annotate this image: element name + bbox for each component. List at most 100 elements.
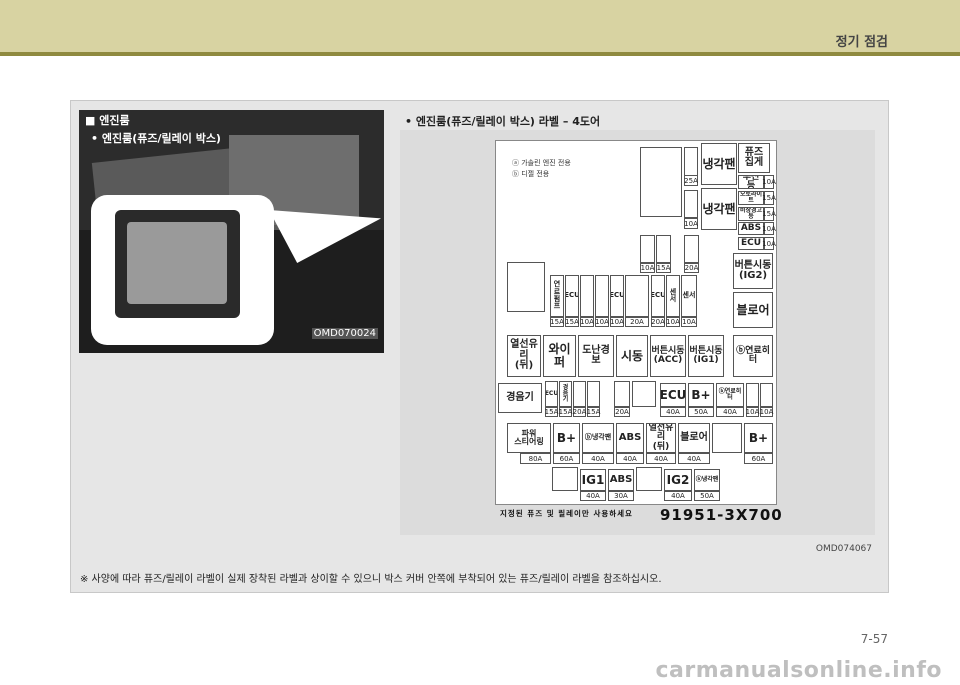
- fuse-amp: 40A: [616, 453, 644, 464]
- fuse-b-cooling-fan: ⓑ냉각팬: [582, 423, 614, 453]
- fuse-cell: [640, 235, 655, 263]
- fuse-ecu-2: ECU: [610, 275, 624, 317]
- relay-start-ig1: 버튼시동 (IG1): [688, 335, 724, 377]
- engine-room-photo: ■ 엔진룸 • 엔진룸(퓨즈/릴레이 박스) OMD070024: [79, 110, 384, 353]
- fuse-cell: [684, 190, 698, 218]
- fuse-rear-defog: 열선유리 (뒤): [646, 423, 676, 453]
- fuse-amp: 10A: [762, 175, 776, 189]
- fuse-horn: 경음기: [559, 381, 572, 407]
- fuse-amp: 50A: [694, 491, 720, 501]
- photo-subtitle: • 엔진룸(퓨즈/릴레이 박스): [91, 132, 221, 145]
- fuse-amp: 10A: [681, 317, 697, 327]
- relay-start-ig2: 버튼시동 (IG2): [733, 253, 773, 289]
- fuse-amp: 60A: [744, 453, 773, 464]
- fuse-amp: 10A: [610, 317, 624, 327]
- fuse-sensor-1: 센서: [666, 275, 680, 317]
- page-number: 7-57: [860, 632, 888, 646]
- fuse-amp: 15A: [656, 263, 671, 273]
- fuse-amp: 20A: [614, 407, 630, 417]
- relay-rear-defog: 열선유리 (뒤): [507, 335, 541, 377]
- relay-start-acc: 버튼시동 (ACC): [650, 335, 686, 377]
- fuse-amp: 60A: [553, 453, 580, 464]
- relay-blower: 블로어: [733, 292, 773, 328]
- fuse-ecu-5: ECU: [660, 383, 686, 407]
- fuse-cell: [684, 147, 698, 177]
- fuse-amp: 10A: [684, 218, 698, 229]
- header-band: [0, 0, 960, 52]
- relay-cooling-fan-2: 냉각팬: [701, 188, 737, 230]
- fuse-amp: 10A: [595, 317, 609, 327]
- fuse-blower: 블로어: [678, 423, 710, 453]
- fuse-amp: 15A: [586, 407, 601, 417]
- relay-ecu: ECU: [738, 237, 764, 250]
- fuse-amp: 10A: [762, 222, 776, 235]
- fuse-ecu: ECU: [565, 275, 579, 317]
- fuse-cell: [684, 235, 699, 263]
- fuse-amp: 10A: [640, 263, 655, 273]
- fuse-amp: 40A: [716, 407, 744, 417]
- fuse-amp: 20A: [572, 407, 587, 417]
- fuse-ecu-4: ECU: [545, 381, 558, 407]
- fuse-amp: 30A: [608, 491, 634, 501]
- fuse-warning-text: 지정된 퓨즈 및 릴레이만 사용하세요: [500, 509, 633, 518]
- fuse-amp: 15A: [565, 317, 579, 327]
- fuse-amp: 20A: [651, 317, 665, 327]
- fuse-amp: 10A: [745, 407, 760, 417]
- fuse-ig1: IG1: [580, 469, 606, 491]
- fuse-cell: [595, 275, 609, 317]
- footnote: ※ 사양에 따라 퓨즈/릴레이 라벨이 실제 장착된 라벨과 상이할 수 있으니…: [80, 574, 662, 585]
- relay-start: 시동: [616, 335, 648, 377]
- photo-code: OMD070024: [311, 328, 378, 339]
- fuse-amp: 50A: [688, 407, 714, 417]
- empty-slot: [712, 423, 742, 453]
- relay-abs: ABS: [738, 222, 764, 235]
- fuse-cell: [614, 381, 630, 407]
- fuse-amp: 40A: [660, 407, 686, 417]
- diagram-code: OMD074067: [815, 544, 872, 554]
- empty-slot: [636, 467, 662, 491]
- fuse-tongs: 퓨즈 집게: [738, 143, 770, 173]
- fuse-amp: 40A: [646, 453, 676, 464]
- fuse-amp: 40A: [582, 453, 614, 464]
- relay-wiper: 와이퍼: [543, 335, 576, 377]
- empty-slot: [552, 467, 578, 491]
- relay-tail: 후진등: [738, 175, 764, 189]
- header-rule: [0, 52, 960, 56]
- empty-slot: [632, 381, 656, 407]
- relay-auto-light: 오토라이트: [738, 191, 764, 205]
- relay-power-steering: 파워 스티어링: [507, 423, 551, 453]
- fuse-cell: [760, 383, 773, 407]
- fuse-b-plus-2: B+: [553, 423, 580, 453]
- fuse-ig2: IG2: [664, 469, 692, 491]
- fuse-cell: [656, 235, 671, 263]
- fuse-amp: 40A: [664, 491, 692, 501]
- relay-horn: 경음기: [498, 383, 542, 413]
- fuse-amp: 10A: [666, 317, 680, 327]
- fuse-b-cooling-fan-2: ⓑ냉각팬: [694, 469, 720, 491]
- fuse-cell: [580, 275, 594, 317]
- fuse-amp: 40A: [580, 491, 606, 501]
- relay-hazard: 비상경고등: [738, 207, 764, 221]
- fuse-cell: [625, 275, 649, 317]
- fuse-cell: [587, 381, 600, 407]
- fuse-amp: 15A: [762, 191, 776, 205]
- fuse-abs-2: ABS: [608, 469, 634, 491]
- fuse-box-cover-inner: [127, 222, 227, 304]
- fuse-sensor-2: 센서: [681, 275, 697, 317]
- fuse-amp: 80A: [520, 453, 551, 464]
- fuse-amp: 15A: [544, 407, 559, 417]
- diagram-title: • 엔진룸(퓨즈/릴레이 박스) 라벨 – 4도어: [405, 115, 601, 128]
- fuse-b-plus-3: B+: [744, 423, 773, 453]
- empty-relay-slot: [640, 147, 682, 217]
- fuse-amp: 15A: [558, 407, 573, 417]
- photo-title: ■ 엔진룸: [85, 114, 130, 127]
- fuse-amp: 20A: [625, 317, 649, 327]
- relay-fuel-heater: ⓑ연료히터: [733, 335, 773, 377]
- fuse-cell: [746, 383, 759, 407]
- fuse-amp: 10A: [580, 317, 594, 327]
- part-number: 91951-3X700: [660, 506, 783, 524]
- fuse-amp: 10A: [762, 237, 776, 250]
- diagram-notes: ⓐ 가솔린 엔진 전용 ⓑ 디젤 전용: [512, 159, 571, 178]
- fuse-cell: [573, 381, 586, 407]
- fuse-abs: ABS: [616, 423, 644, 453]
